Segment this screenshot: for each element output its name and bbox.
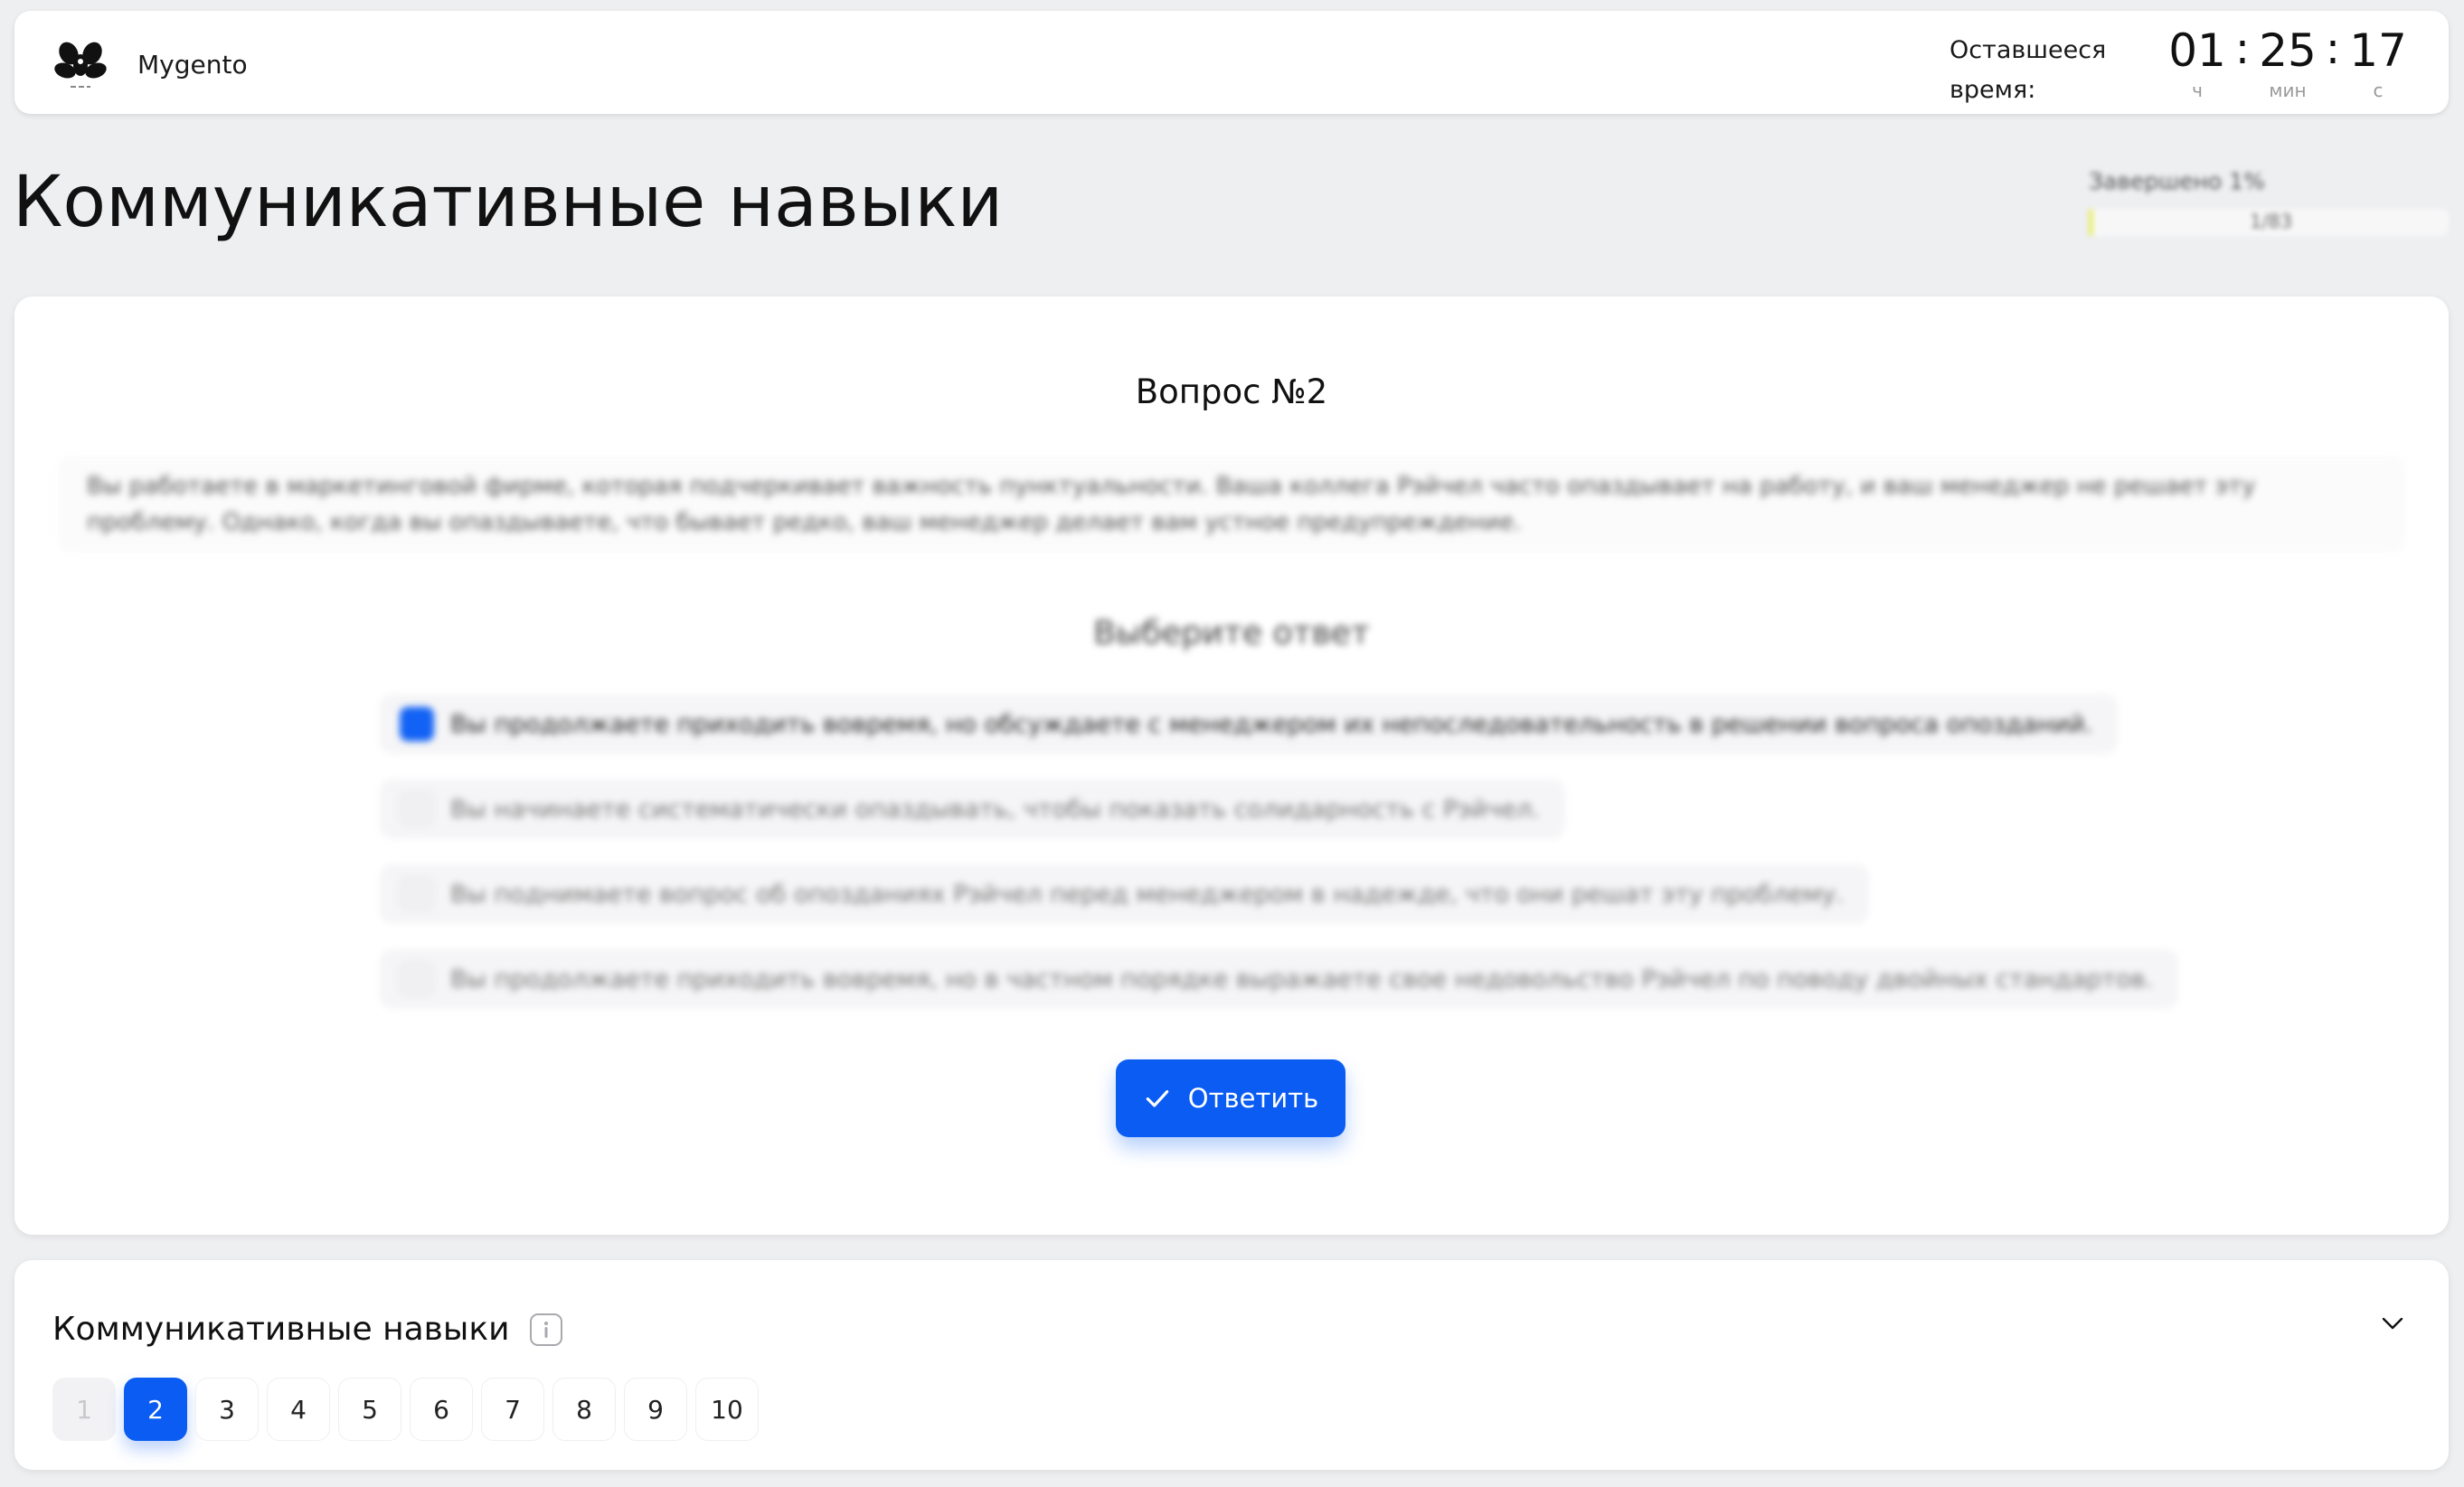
navigator-title: Коммуникативные навыки: [52, 1311, 510, 1348]
timer-seconds-value: 17: [2349, 24, 2407, 77]
question-nav-button[interactable]: 2: [124, 1378, 187, 1441]
question-nav-button[interactable]: 10: [695, 1378, 759, 1441]
option-label: Вы продолжаете приходить вовремя, но в ч…: [450, 965, 2153, 993]
question-nav-button[interactable]: 9: [624, 1378, 687, 1441]
answer-options: Вы продолжаете приходить вовремя, но обс…: [380, 694, 2178, 1034]
question-text: Вы работаете в маркетинговой фирме, кото…: [58, 456, 2405, 553]
progress-indicator: Завершено 1% 1/83: [2089, 168, 2449, 236]
question-number-list: 1 2 3 4 5 6 7 8 9 10: [52, 1378, 767, 1441]
question-number: Вопрос №2: [1135, 372, 1328, 411]
choose-answer-label: Выберите ответ: [1093, 615, 1370, 652]
timer-hours-value: 01: [2168, 24, 2226, 77]
option-checkbox[interactable]: [400, 792, 434, 826]
submit-answer-label: Ответить: [1187, 1083, 1319, 1114]
info-icon[interactable]: [529, 1313, 563, 1347]
timer-minutes-caption: мин: [2269, 80, 2307, 101]
answer-option[interactable]: Вы продолжаете приходить вовремя, но в ч…: [380, 949, 2178, 1009]
question-card: Вопрос №2 Вы работаете в маркетинговой ф…: [14, 296, 2449, 1235]
top-bar: Mygento Оставшееся время: 01 ч : 25 мин …: [14, 11, 2449, 114]
option-label: Вы начинаете систематически опаздывать, …: [450, 795, 1540, 823]
answer-option[interactable]: Вы продолжаете приходить вовремя, но обс…: [380, 694, 2119, 754]
timer-hours-caption: ч: [2192, 80, 2203, 101]
option-label: Вы продолжаете приходить вовремя, но обс…: [450, 710, 2093, 739]
progress-fill: [2089, 209, 2093, 236]
timer-seconds-caption: с: [2373, 80, 2384, 101]
answer-option[interactable]: Вы начинаете систематически опаздывать, …: [380, 779, 1565, 839]
check-icon: [1146, 1090, 1169, 1107]
option-checkbox[interactable]: [400, 962, 434, 996]
option-label: Вы поднимаете вопрос об опозданиях Рэйче…: [450, 880, 1844, 908]
orchid-logo-icon: [54, 42, 107, 88]
question-navigator: Коммуникативные навыки 1 2 3 4 5 6 7 8 9…: [14, 1260, 2449, 1470]
navigator-header: Коммуникативные навыки: [52, 1311, 563, 1348]
question-nav-button[interactable]: 6: [410, 1378, 473, 1441]
submit-answer-button[interactable]: Ответить: [1116, 1059, 1345, 1137]
question-nav-button[interactable]: 1: [52, 1378, 116, 1441]
page-title: Коммуникативные навыки: [13, 162, 1004, 243]
option-checkbox[interactable]: [400, 877, 434, 911]
brand[interactable]: Mygento: [51, 34, 248, 94]
question-nav-button[interactable]: 5: [338, 1378, 401, 1441]
question-nav-button[interactable]: 8: [552, 1378, 616, 1441]
brand-name: Mygento: [137, 49, 248, 80]
progress-bar: 1/83: [2089, 209, 2449, 236]
timer-separator: :: [2234, 24, 2251, 74]
progress-count: 1/83: [2250, 211, 2293, 232]
timer-minutes-value: 25: [2259, 24, 2317, 77]
timer-label: Оставшееся время:: [1949, 36, 2107, 104]
question-nav-button[interactable]: 4: [267, 1378, 330, 1441]
timer-hours: 01 ч: [2163, 16, 2232, 101]
countdown-timer: 01 ч : 25 мин : 17 с: [2163, 16, 2412, 101]
timer-separator: :: [2325, 24, 2341, 74]
progress-label: Завершено 1%: [2089, 168, 2265, 194]
question-nav-button[interactable]: 3: [195, 1378, 259, 1441]
option-checkbox[interactable]: [400, 707, 434, 741]
answer-option[interactable]: Вы поднимаете вопрос об опозданиях Рэйче…: [380, 864, 1869, 924]
timer-seconds: 17 с: [2344, 16, 2412, 101]
timer-minutes: 25 мин: [2253, 16, 2322, 101]
chevron-down-icon[interactable]: [2376, 1307, 2409, 1340]
question-nav-button[interactable]: 7: [481, 1378, 544, 1441]
